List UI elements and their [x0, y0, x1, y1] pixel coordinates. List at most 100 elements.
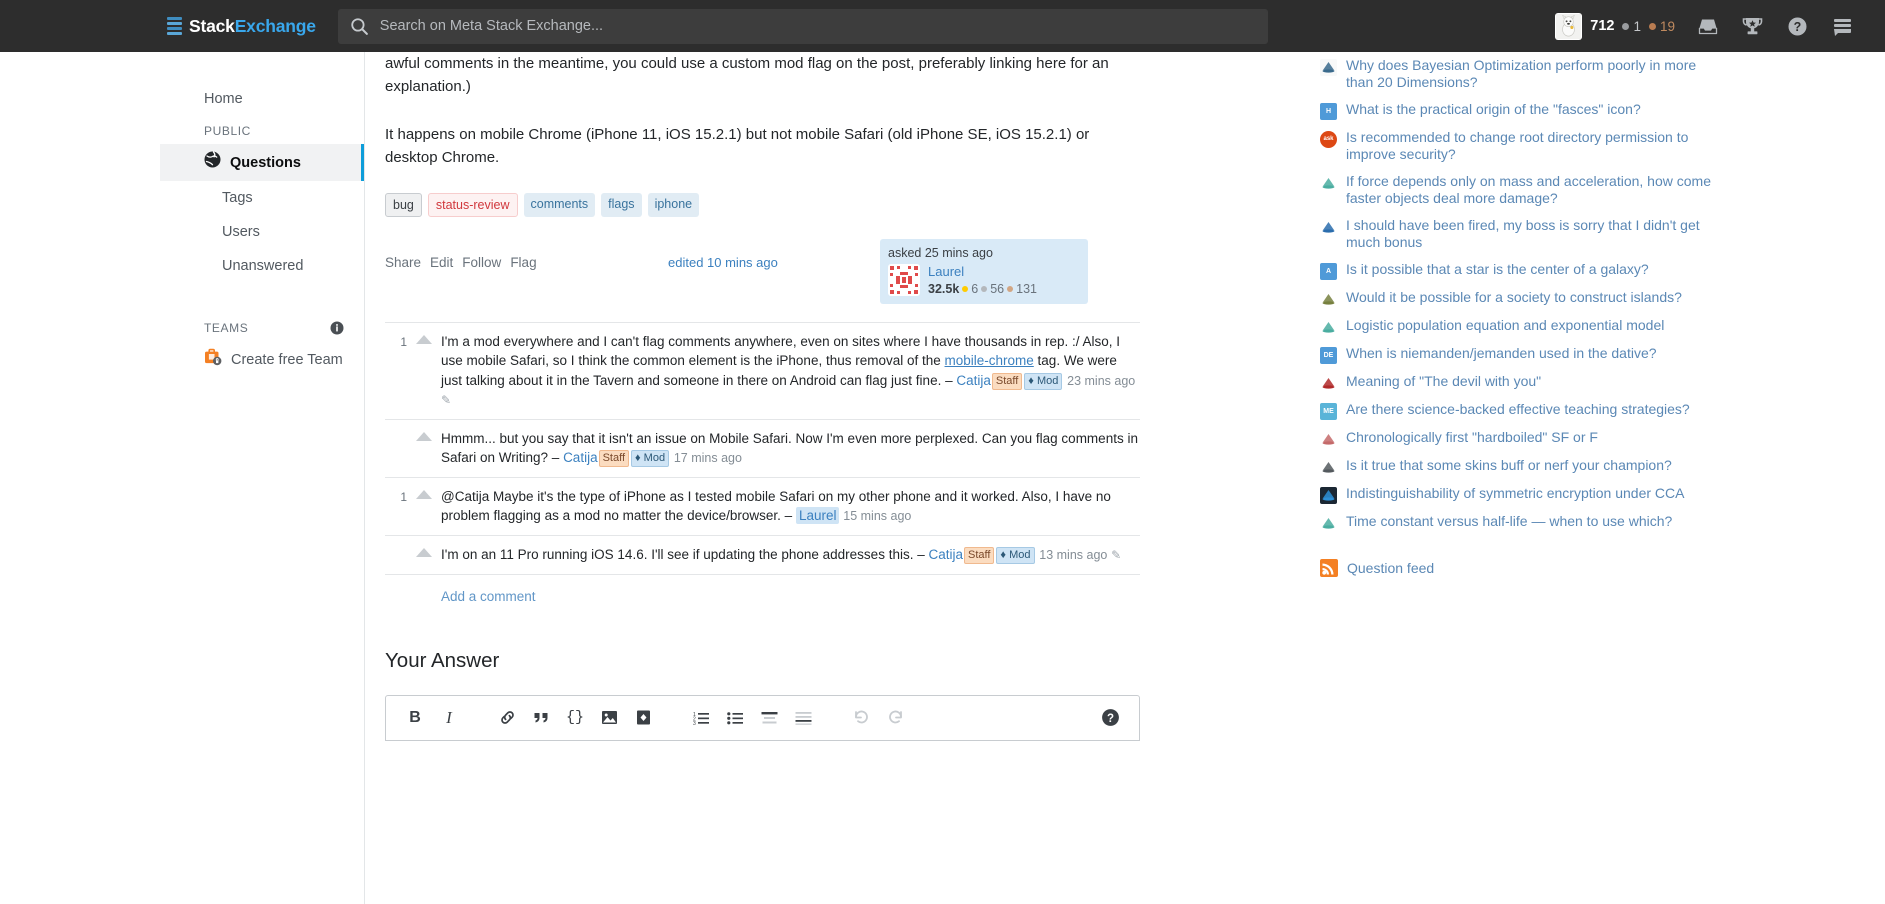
- avatar[interactable]: [888, 263, 920, 296]
- sidebar-item-home[interactable]: Home: [160, 82, 364, 116]
- hot-network-question-item[interactable]: A Is it possible that a star is the cente…: [1320, 256, 1720, 284]
- add-comment-link[interactable]: Add a comment: [441, 589, 536, 604]
- hot-network-question-item[interactable]: Would it be possible for a society to co…: [1320, 284, 1720, 312]
- tag-bug[interactable]: bug: [385, 193, 422, 217]
- redo-icon[interactable]: [878, 703, 912, 733]
- hot-network-question-item[interactable]: Is it true that some skins buff or nerf …: [1320, 452, 1720, 480]
- bulleted-list-icon[interactable]: [718, 703, 752, 733]
- tag-comments[interactable]: comments: [523, 193, 596, 217]
- hot-network-question-item[interactable]: Meaning of "The devil with you": [1320, 368, 1720, 396]
- post-action-links: Share Edit Follow Flag: [385, 255, 537, 270]
- hot-network-question-item[interactable]: Time constant versus half-life — when to…: [1320, 508, 1720, 536]
- inline-code-icon[interactable]: {}: [558, 703, 592, 733]
- edit-link[interactable]: Edit: [430, 255, 453, 270]
- question-paragraph-2: It happens on mobile Chrome (iPhone 11, …: [385, 125, 1090, 166]
- comment-score: 1: [400, 334, 407, 349]
- sidebar-item-create-free-team[interactable]: Create free Team: [160, 341, 364, 379]
- image-icon[interactable]: [592, 703, 626, 733]
- blockquote-icon[interactable]: [524, 703, 558, 733]
- hot-network-question-item[interactable]: ask Is recommended to change root directo…: [1320, 124, 1720, 168]
- sidebar-item-users[interactable]: Users: [160, 215, 364, 249]
- comment-author[interactable]: Catija: [956, 373, 991, 388]
- moderator-badge: ♦ Mod: [631, 450, 670, 468]
- comment-row: I'm on an 11 Pro running iOS 14.6. I'll …: [385, 535, 1140, 574]
- comment-timestamp[interactable]: 17 mins ago: [674, 451, 742, 465]
- comment-upvote-button[interactable]: [407, 545, 441, 565]
- hot-network-question-item[interactable]: I should have been fired, my boss is sor…: [1320, 212, 1720, 256]
- edit-pencil-icon[interactable]: ✎: [1111, 548, 1121, 562]
- caret-up-icon: [416, 431, 432, 441]
- follow-link[interactable]: Follow: [462, 255, 501, 270]
- comment-inline-link[interactable]: mobile-chrome: [945, 353, 1034, 368]
- hot-network-question-item[interactable]: Indistinguishability of symmetric encryp…: [1320, 480, 1720, 508]
- comment-timestamp[interactable]: 15 mins ago: [843, 509, 911, 523]
- sidebar-item-questions[interactable]: Questions: [160, 144, 364, 181]
- site-switcher-icon[interactable]: [1820, 0, 1865, 52]
- edited-timestamp[interactable]: edited 10 mins ago: [668, 255, 778, 270]
- horizontal-rule-icon[interactable]: [786, 703, 820, 733]
- flag-link[interactable]: Flag: [510, 255, 536, 270]
- comment-author[interactable]: Catija: [928, 547, 963, 562]
- hot-network-question-item[interactable]: Chronologically first "hardboiled" SF or…: [1320, 424, 1720, 452]
- bold-icon[interactable]: B: [398, 703, 432, 733]
- bronze-badge-icon: [1648, 22, 1656, 30]
- german-se-icon: DE: [1320, 346, 1337, 364]
- tag-flags[interactable]: flags: [601, 193, 642, 217]
- share-link[interactable]: Share: [385, 255, 421, 270]
- search-input[interactable]: [377, 17, 1256, 35]
- comment-author[interactable]: Catija: [563, 450, 598, 465]
- tag-iphone[interactable]: iphone: [647, 193, 700, 217]
- numbered-list-icon[interactable]: 123: [684, 703, 718, 733]
- hot-network-question-item[interactable]: Logistic population equation and exponen…: [1320, 312, 1720, 340]
- help-icon[interactable]: ?: [1775, 0, 1820, 52]
- comment-upvote-button[interactable]: [407, 429, 441, 468]
- link-icon[interactable]: [490, 703, 524, 733]
- question-main-content: awful comments in the meantime, you coul…: [365, 52, 1170, 904]
- comment-upvote-button[interactable]: [407, 332, 441, 410]
- help-icon[interactable]: ?: [1093, 703, 1127, 733]
- hot-network-question-item[interactable]: ME Are there science-backed effective tea…: [1320, 396, 1720, 424]
- gaming-se-icon: [1320, 458, 1337, 476]
- italic-icon[interactable]: I: [432, 703, 466, 733]
- comment-timestamp[interactable]: 13 mins ago: [1039, 548, 1107, 562]
- silver-badge-count: 56: [990, 281, 1005, 296]
- tag-status-review[interactable]: status-review: [427, 193, 518, 217]
- question-feed-link[interactable]: Question feed: [1320, 559, 1720, 577]
- bronze-badge-count: 19: [1659, 18, 1675, 34]
- inbox-icon[interactable]: [1685, 0, 1730, 52]
- top-bar-right-group: 712 1 19 ?: [1545, 0, 1885, 52]
- worldbuilding-se-icon: [1320, 290, 1337, 308]
- comment-upvote-button[interactable]: [407, 487, 441, 526]
- english-se-icon: [1320, 374, 1337, 392]
- hot-network-question-item[interactable]: H What is the practical origin of the "fa…: [1320, 96, 1720, 124]
- user-profile-link[interactable]: 712 1 19: [1545, 0, 1685, 52]
- search-box[interactable]: [337, 8, 1268, 44]
- comment-author[interactable]: Laurel: [795, 507, 840, 525]
- undo-icon[interactable]: [844, 703, 878, 733]
- hot-network-question-item[interactable]: DE When is niemanden/jemanden used in the…: [1320, 340, 1720, 368]
- info-icon[interactable]: [330, 321, 344, 335]
- caret-up-icon: [416, 334, 432, 344]
- stack-exchange-logo[interactable]: StackExchange: [167, 16, 316, 37]
- code-block-icon[interactable]: [626, 703, 660, 733]
- hot-network-question-item[interactable]: If force depends only on mass and accele…: [1320, 168, 1720, 212]
- avatar: [1555, 12, 1583, 40]
- hot-network-question-title: If force depends only on mass and accele…: [1346, 172, 1711, 207]
- asked-user-name[interactable]: Laurel: [928, 264, 964, 279]
- sidebar-item-unanswered[interactable]: Unanswered: [160, 249, 364, 283]
- comment-timestamp[interactable]: 23 mins ago: [1067, 374, 1135, 388]
- achievements-trophy-icon[interactable]: [1730, 0, 1775, 52]
- sidebar-section-public: PUBLIC: [160, 116, 364, 144]
- sidebar-section-public-label: PUBLIC: [204, 124, 251, 138]
- hot-network-question-item[interactable]: Why does Bayesian Optimization perform p…: [1320, 52, 1720, 96]
- silver-badge-group: 1: [1622, 19, 1641, 34]
- edit-pencil-icon[interactable]: ✎: [441, 393, 451, 407]
- hot-network-questions-list: Why does Bayesian Optimization perform p…: [1320, 52, 1720, 536]
- left-sidebar-navigation: Home PUBLIC Questions Tags Users Unanswe…: [160, 52, 365, 904]
- svg-text:?: ?: [1794, 20, 1802, 34]
- create-free-team-label: Create free Team: [231, 352, 343, 368]
- sidebar-section-teams-label: TEAMS: [204, 321, 249, 335]
- staff-badge: Staff: [598, 450, 630, 468]
- heading-icon[interactable]: [752, 703, 786, 733]
- sidebar-item-tags[interactable]: Tags: [160, 181, 364, 215]
